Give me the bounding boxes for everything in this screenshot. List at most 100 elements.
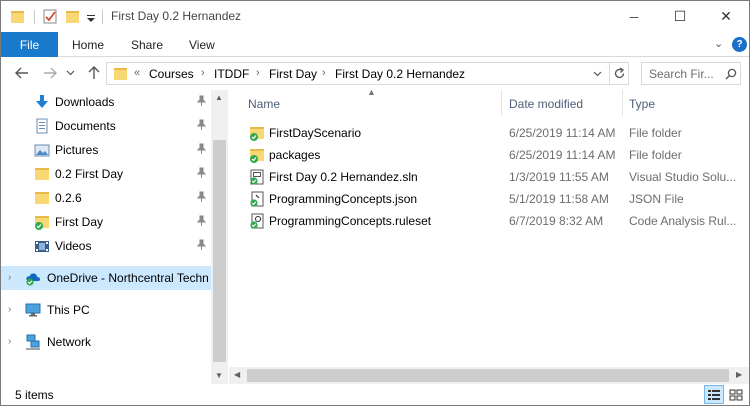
details-view-button[interactable] bbox=[704, 385, 724, 404]
onedrive-icon bbox=[26, 273, 40, 286]
sidebar-item-0-2-6[interactable]: 0.2.6 bbox=[1, 186, 211, 210]
new-folder-icon[interactable] bbox=[65, 8, 81, 25]
sidebar-item-first-day[interactable]: First Day bbox=[1, 210, 211, 234]
sidebar-item-label: Documents bbox=[55, 119, 116, 133]
file-date: 1/3/2019 11:55 AM bbox=[509, 170, 609, 184]
file-row[interactable]: ProgrammingConcepts.ruleset 6/7/2019 8:3… bbox=[229, 210, 749, 232]
pin-icon[interactable] bbox=[197, 191, 206, 203]
minimize-button[interactable]: ─ bbox=[611, 1, 657, 32]
help-icon[interactable]: ? bbox=[732, 37, 747, 52]
file-row[interactable]: ProgrammingConcepts.json 5/1/2019 11:58 … bbox=[229, 188, 749, 210]
sidebar-item-videos[interactable]: Videos bbox=[1, 234, 211, 258]
breadcrumb-courses[interactable]: Courses bbox=[149, 67, 194, 81]
sidebar-item-0-2-first-day[interactable]: 0.2 First Day bbox=[1, 162, 211, 186]
address-divider bbox=[609, 63, 610, 84]
folder-icon bbox=[114, 68, 127, 80]
expand-chevron-icon[interactable]: › bbox=[8, 272, 11, 283]
maximize-button[interactable]: ☐ bbox=[657, 1, 703, 32]
sidebar-item-label: Downloads bbox=[55, 95, 115, 109]
breadcrumb-separator-icon[interactable]: › bbox=[256, 67, 260, 79]
documents-icon bbox=[36, 118, 48, 134]
breadcrumb-current[interactable]: First Day 0.2 Hernandez bbox=[335, 67, 465, 81]
navigation-scrollbar[interactable]: ▲ ▼ bbox=[211, 90, 228, 384]
tab-file[interactable]: File bbox=[1, 32, 58, 57]
ribbon: File Home Share View ⌄ ? bbox=[1, 32, 749, 57]
file-row[interactable]: First Day 0.2 Hernandez.sln 1/3/2019 11:… bbox=[229, 166, 749, 188]
forward-button[interactable] bbox=[41, 64, 59, 82]
properties-icon[interactable] bbox=[42, 8, 58, 25]
folder-icon bbox=[11, 11, 24, 23]
close-icon: ✕ bbox=[720, 8, 732, 24]
pin-icon[interactable] bbox=[197, 95, 206, 107]
title-separator bbox=[102, 10, 103, 24]
sidebar-item-documents[interactable]: Documents bbox=[1, 114, 211, 138]
breadcrumb-separator-icon[interactable]: › bbox=[201, 67, 205, 79]
pin-icon[interactable] bbox=[197, 119, 206, 131]
sidebar-item-this-pc[interactable]: › This PC bbox=[1, 298, 211, 322]
pin-icon[interactable] bbox=[197, 215, 206, 227]
recent-locations-button[interactable] bbox=[64, 64, 76, 82]
synced-folder-icon bbox=[35, 216, 49, 230]
expand-chevron-icon[interactable]: › bbox=[8, 336, 11, 347]
column-header-type[interactable]: Type bbox=[629, 97, 655, 111]
expand-ribbon-icon[interactable]: ⌄ bbox=[714, 37, 723, 50]
title-separator bbox=[34, 10, 35, 24]
search-input[interactable]: Search Fir... bbox=[649, 67, 714, 81]
column-header-date-modified[interactable]: Date modified bbox=[509, 97, 583, 111]
file-type: JSON File bbox=[629, 192, 684, 206]
pin-icon[interactable] bbox=[197, 143, 206, 155]
search-box[interactable]: Search Fir... bbox=[641, 62, 741, 85]
file-name: FirstDayScenario bbox=[269, 126, 362, 140]
tab-view[interactable]: View bbox=[189, 32, 215, 57]
expand-chevron-icon[interactable]: › bbox=[8, 304, 11, 315]
scroll-down-icon[interactable]: ▼ bbox=[215, 371, 223, 380]
pin-icon[interactable] bbox=[197, 239, 206, 251]
sidebar-item-downloads[interactable]: Downloads bbox=[1, 90, 211, 114]
file-type: Code Analysis Rul... bbox=[629, 214, 737, 228]
scroll-left-icon[interactable]: ◀ bbox=[234, 370, 240, 379]
breadcrumb-first-day[interactable]: First Day bbox=[269, 67, 317, 81]
refresh-icon[interactable] bbox=[613, 67, 626, 80]
address-bar[interactable]: « Courses › ITDDF › First Day › First Da… bbox=[106, 62, 629, 85]
synced-folder-icon bbox=[250, 127, 264, 141]
file-list-horizontal-scrollbar[interactable]: ◀ ▶ bbox=[229, 367, 749, 384]
address-dropdown-icon[interactable] bbox=[593, 71, 602, 77]
tab-share[interactable]: Share bbox=[131, 32, 163, 57]
search-icon bbox=[725, 68, 737, 80]
file-row[interactable]: FirstDayScenario 6/25/2019 11:14 AM File… bbox=[229, 122, 749, 144]
network-icon bbox=[26, 334, 40, 350]
tab-home[interactable]: Home bbox=[72, 32, 104, 57]
back-arrow-icon bbox=[15, 67, 28, 79]
breadcrumb-itddf[interactable]: ITDDF bbox=[214, 67, 249, 81]
folder-icon bbox=[35, 168, 49, 180]
up-button[interactable] bbox=[85, 64, 103, 82]
explorer-window: First Day 0.2 Hernandez ─ ☐ ✕ File Home … bbox=[0, 0, 750, 406]
column-divider[interactable] bbox=[622, 90, 623, 116]
scroll-right-icon[interactable]: ▶ bbox=[736, 370, 742, 379]
videos-icon bbox=[35, 241, 49, 252]
sidebar-item-label: Network bbox=[47, 335, 92, 349]
navigation-pane: Downloads Documents Pictures 0.2 First D… bbox=[1, 90, 211, 384]
file-list: ▲ Name Date modified Type FirstDayScenar… bbox=[229, 87, 749, 384]
scrollbar-thumb[interactable] bbox=[213, 140, 226, 362]
sidebar-item-label: First Day bbox=[55, 215, 103, 229]
column-divider[interactable] bbox=[501, 90, 502, 116]
sidebar-item-onedrive[interactable]: › OneDrive - Northcentral Techn bbox=[1, 266, 211, 290]
breadcrumb-separator-icon[interactable]: › bbox=[322, 67, 326, 79]
customize-toolbar-icon[interactable] bbox=[86, 8, 96, 25]
sidebar-item-label: OneDrive - Northcentral Techn bbox=[47, 271, 209, 285]
pin-icon[interactable] bbox=[197, 167, 206, 179]
chevron-down-icon bbox=[66, 70, 74, 76]
status-bar: 5 items bbox=[1, 384, 749, 405]
close-button[interactable]: ✕ bbox=[703, 1, 749, 32]
file-row[interactable]: packages 6/25/2019 11:14 AM File folder bbox=[229, 144, 749, 166]
scrollbar-thumb[interactable] bbox=[247, 369, 729, 382]
column-header-name[interactable]: Name bbox=[248, 97, 280, 111]
scroll-up-icon[interactable]: ▲ bbox=[215, 93, 223, 102]
sidebar-item-network[interactable]: › Network bbox=[1, 330, 211, 354]
large-icons-view-button[interactable] bbox=[726, 385, 746, 404]
breadcrumb-overflow[interactable]: « bbox=[134, 67, 140, 79]
details-view-icon bbox=[708, 389, 720, 400]
sidebar-item-pictures[interactable]: Pictures bbox=[1, 138, 211, 162]
back-button[interactable] bbox=[13, 64, 31, 82]
